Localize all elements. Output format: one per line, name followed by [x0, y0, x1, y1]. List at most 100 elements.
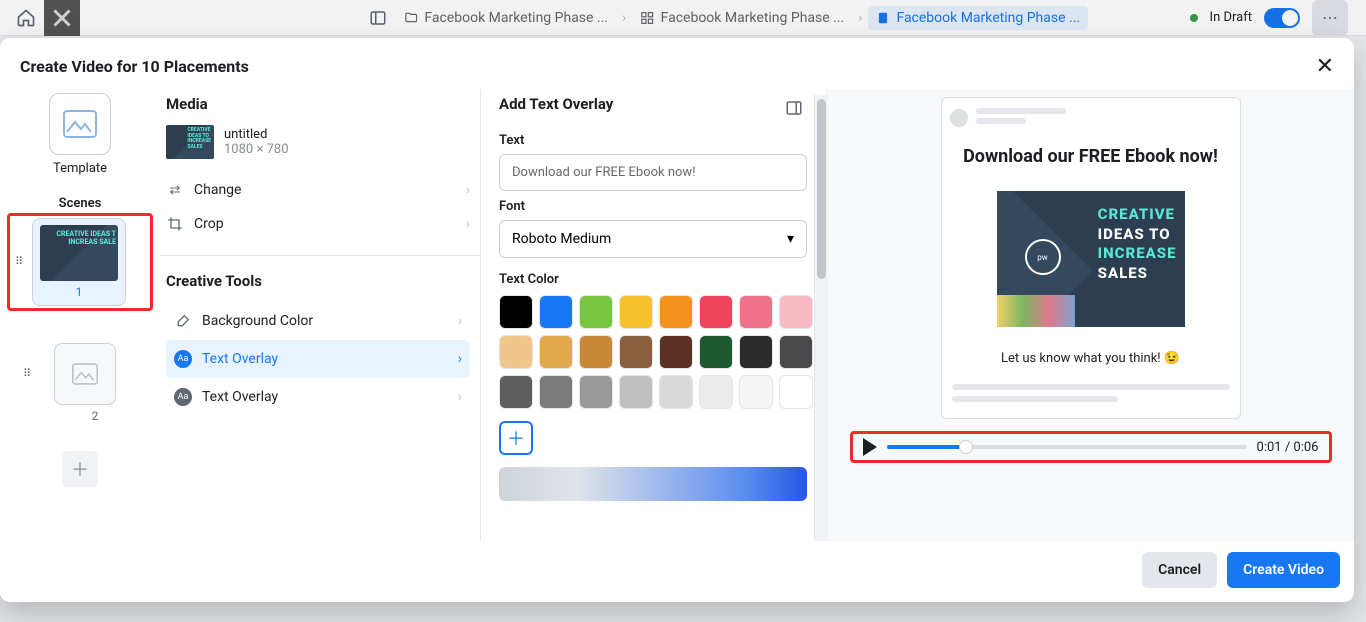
play-button[interactable]	[863, 438, 877, 456]
placeholder-line	[976, 118, 1026, 124]
font-select[interactable]: Roboto Medium ▾	[499, 220, 807, 258]
scene-number: 2	[92, 409, 99, 423]
scenes-label: Scenes	[59, 196, 102, 211]
color-swatch[interactable]	[659, 295, 693, 329]
close-icon[interactable]: ✕	[1316, 54, 1334, 79]
template-label: Template	[53, 161, 107, 176]
add-scene-button[interactable]: ＋	[62, 451, 98, 487]
bg-color-label: Background Color	[202, 313, 313, 329]
create-video-button[interactable]: Create Video	[1227, 552, 1340, 588]
preview-caption: Let us know what you think! 😉	[950, 351, 1232, 366]
color-swatch[interactable]	[739, 335, 773, 369]
color-swatch[interactable]	[539, 375, 573, 409]
seek-track[interactable]	[887, 445, 1247, 449]
crop-label: Crop	[194, 216, 224, 232]
color-swatch[interactable]	[499, 375, 533, 409]
change-media-button[interactable]: ⇄ Change ›	[166, 173, 470, 207]
swap-icon: ⇄	[166, 181, 184, 199]
player-time: 0:01 / 0:06	[1257, 440, 1319, 455]
cancel-button[interactable]: Cancel	[1142, 552, 1217, 588]
avatar-placeholder	[950, 109, 968, 127]
create-video-modal: Create Video for 10 Placements ✕ Templat…	[0, 38, 1354, 602]
color-swatch[interactable]	[619, 375, 653, 409]
scrollbar-track[interactable]	[814, 95, 828, 541]
background-color-tool[interactable]: Background Color ›	[166, 302, 470, 340]
placeholder-line	[952, 396, 1119, 402]
text-overlay-label: Text Overlay	[202, 351, 278, 367]
color-swatch[interactable]	[779, 335, 813, 369]
color-swatch[interactable]	[779, 375, 813, 409]
modal-title: Create Video for 10 Placements	[20, 57, 249, 76]
color-swatch[interactable]	[579, 295, 613, 329]
color-swatch[interactable]	[739, 295, 773, 329]
scene-1-highlight: ⠿ CREATIVE IDEAS T INCREAS SALE 1	[7, 213, 153, 311]
chevron-right-icon: ›	[466, 216, 470, 232]
color-swatch[interactable]	[699, 335, 733, 369]
scene-thumb-text: CREATIVE IDEAS T INCREAS SALE	[40, 231, 116, 246]
color-swatch[interactable]	[539, 335, 573, 369]
color-swatch[interactable]	[619, 335, 653, 369]
preview-post-card: Download our FREE Ebook now! pw CREATIVE…	[941, 97, 1241, 419]
color-swatch[interactable]	[659, 335, 693, 369]
collapse-panel-icon[interactable]	[785, 99, 807, 121]
preview-logo: pw	[1025, 239, 1061, 275]
divider	[160, 255, 480, 256]
media-section-title: Media	[166, 95, 470, 113]
chevron-right-icon: ›	[466, 182, 470, 198]
media-thumbnail: CREATIVEIDEAS TOINCREASESALES	[166, 125, 214, 159]
eyedropper-icon	[174, 312, 192, 330]
scene-thumb: CREATIVE IDEAS T INCREAS SALE	[40, 225, 118, 281]
color-gradient-slider[interactable]	[499, 467, 807, 501]
color-swatch[interactable]	[779, 295, 813, 329]
drag-handle-icon[interactable]: ⠿	[20, 372, 36, 376]
seek-fill	[887, 445, 966, 449]
preview-image-text: CREATIVE IDEAS TO INCREASE SALES	[1098, 205, 1177, 283]
modal-body: Template Scenes ⠿ CREATIVE IDEAS T INCRE…	[0, 89, 1354, 541]
text-overlay-tool[interactable]: Aa Text Overlay ›	[166, 378, 470, 416]
scene-card-1[interactable]: CREATIVE IDEAS T INCREAS SALE 1	[32, 218, 126, 306]
chevron-right-icon: ›	[458, 351, 462, 367]
text-overlay-icon: Aa	[174, 388, 192, 406]
color-swatch[interactable]	[699, 375, 733, 409]
seek-knob[interactable]	[959, 440, 973, 454]
add-color-button[interactable]: ＋	[499, 421, 533, 455]
crop-media-button[interactable]: Crop ›	[166, 207, 470, 241]
scene-number: 1	[76, 285, 83, 299]
change-label: Change	[194, 182, 241, 198]
color-swatch[interactable]	[539, 295, 573, 329]
overlay-text-input[interactable]	[499, 154, 807, 191]
image-placeholder-icon	[63, 110, 97, 138]
scene-2-row: ⠿	[20, 343, 140, 405]
preview-column: Download our FREE Ebook now! pw CREATIVE…	[825, 89, 1354, 541]
text-overlay-panel: Add Text Overlay Text Font Roboto Medium…	[480, 89, 825, 541]
overlay-section-title: Add Text Overlay	[499, 95, 785, 113]
drag-handle-icon[interactable]: ⠿	[12, 260, 28, 264]
color-swatch[interactable]	[499, 295, 533, 329]
text-overlay-label: Text Overlay	[202, 389, 278, 405]
template-button[interactable]	[49, 93, 111, 155]
media-info: CREATIVEIDEAS TOINCREASESALES untitled 1…	[166, 125, 470, 159]
chevron-right-icon: ›	[458, 313, 462, 329]
placeholder-line	[976, 108, 1066, 114]
media-tools-column: Media CREATIVEIDEAS TOINCREASESALES unti…	[160, 89, 480, 541]
crop-icon	[166, 215, 184, 233]
font-value: Roboto Medium	[512, 231, 611, 247]
preview-headline: Download our FREE Ebook now!	[950, 146, 1232, 167]
color-swatch[interactable]	[739, 375, 773, 409]
font-label: Font	[499, 199, 807, 214]
color-swatch[interactable]	[579, 375, 613, 409]
color-swatch[interactable]	[579, 335, 613, 369]
scene-card-2[interactable]	[54, 343, 116, 405]
text-overlay-tool-active[interactable]: Aa Text Overlay ›	[166, 340, 470, 378]
preview-post-header	[950, 108, 1232, 128]
scrollbar-thumb[interactable]	[817, 99, 826, 279]
color-swatch[interactable]	[699, 295, 733, 329]
color-swatch[interactable]	[659, 375, 693, 409]
placeholder-line	[952, 384, 1230, 390]
color-swatch[interactable]	[499, 335, 533, 369]
color-swatch[interactable]	[619, 295, 653, 329]
modal-header: Create Video for 10 Placements ✕	[0, 38, 1354, 89]
color-swatch-grid	[499, 295, 807, 409]
tools-section-title: Creative Tools	[166, 272, 470, 290]
modal-footer: Cancel Create Video	[0, 541, 1354, 602]
